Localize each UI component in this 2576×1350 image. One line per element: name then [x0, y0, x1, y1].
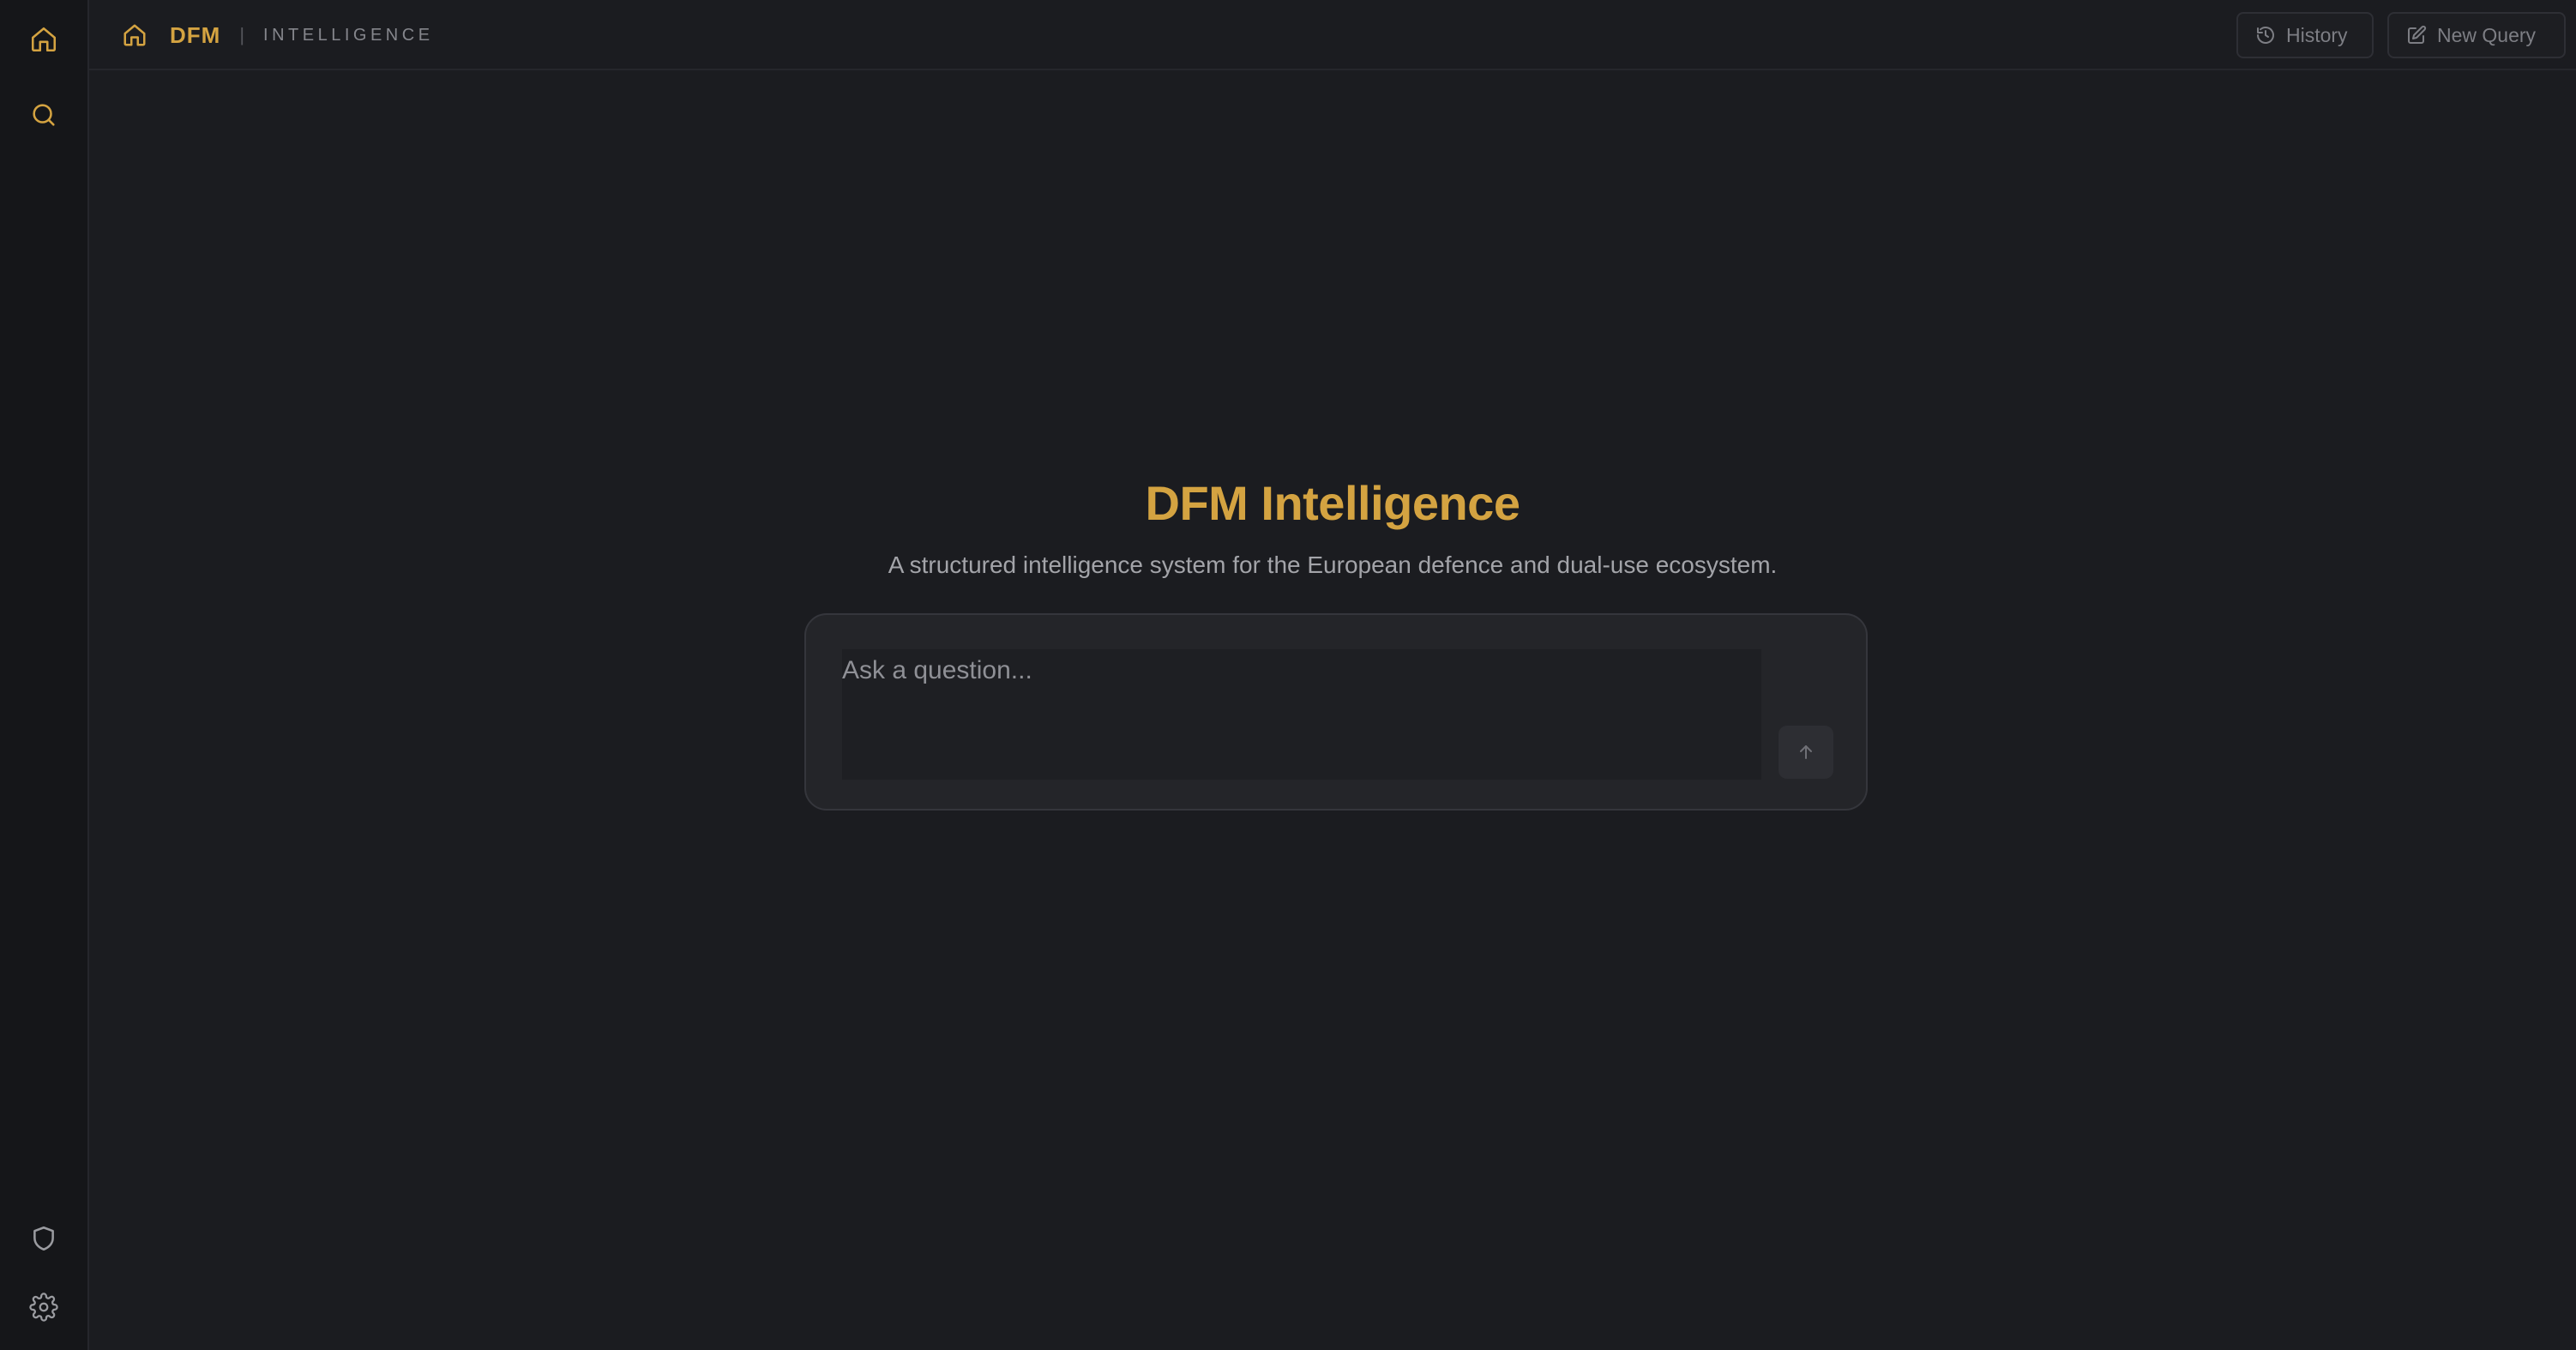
- breadcrumb-separator: |: [239, 24, 245, 45]
- gear-icon: [29, 1293, 58, 1322]
- new-query-button[interactable]: New Query: [2387, 12, 2566, 58]
- app-window: DFM | INTELLIGENCE History New Query DFM…: [0, 0, 2576, 1350]
- history-button[interactable]: History: [2236, 12, 2374, 58]
- history-button-label: History: [2286, 23, 2348, 46]
- shield-icon: [33, 1226, 54, 1251]
- history-icon: [2257, 27, 2274, 44]
- home-icon: [123, 24, 146, 46]
- search-icon: [33, 104, 55, 126]
- query-composer: [804, 613, 1868, 811]
- sidebar-item-search[interactable]: [19, 90, 69, 140]
- edit-icon: [2408, 25, 2427, 44]
- home-icon: [31, 27, 57, 52]
- brand-name[interactable]: DFM: [170, 22, 220, 49]
- page-subtitle: A structured intelligence system for the…: [888, 551, 1778, 578]
- new-query-button-label: New Query: [2437, 23, 2537, 46]
- sidebar-item-security[interactable]: [19, 1214, 69, 1263]
- sidebar-item-settings[interactable]: [19, 1282, 69, 1332]
- section-label: INTELLIGENCE: [263, 25, 434, 45]
- breadcrumb: DFM | INTELLIGENCE: [122, 0, 434, 70]
- sidebar-rail: [0, 0, 89, 1350]
- breadcrumb-home[interactable]: [122, 22, 147, 48]
- page-title: DFM Intelligence: [1145, 476, 1520, 530]
- arrow-up-icon: [1800, 745, 1812, 759]
- question-input[interactable]: [842, 649, 1761, 780]
- top-bar: DFM | INTELLIGENCE History New Query: [89, 0, 2576, 70]
- send-button[interactable]: [1779, 726, 1833, 779]
- sidebar-item-home[interactable]: [19, 15, 69, 64]
